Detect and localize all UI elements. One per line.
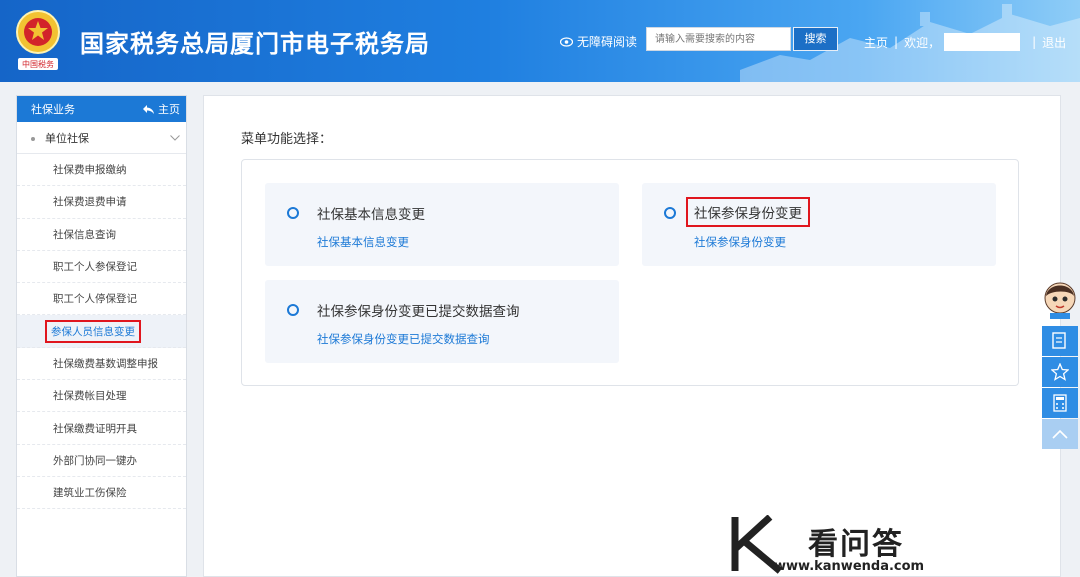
sidebar-item[interactable]: 建筑业工伤保险 <box>17 477 186 510</box>
option-card-basic-info[interactable]: 社保基本信息变更 社保基本信息变更 <box>265 183 619 266</box>
option-card-identity-change[interactable]: 社保参保身份变更 社保参保身份变更 <box>642 183 996 266</box>
option-subtitle[interactable]: 社保参保身份变更已提交数据查询 <box>317 331 490 347</box>
sidebar-item[interactable]: 社保费帐目处理 <box>17 380 186 413</box>
option-subtitle[interactable]: 社保基本信息变更 <box>317 234 409 250</box>
sidebar-home-label: 主页 <box>158 103 180 116</box>
option-card-submitted-query[interactable]: 社保参保身份变更已提交数据查询 社保参保身份变更已提交数据查询 <box>265 280 619 363</box>
sidebar-item-label: 建筑业工伤保险 <box>53 487 127 500</box>
tax-emblem-icon: 中国税务 <box>16 10 60 70</box>
chevron-up-icon[interactable] <box>1042 419 1078 449</box>
sidebar-item-label: 社保信息查询 <box>53 228 116 241</box>
accessibility-label: 无障碍阅读 <box>577 35 638 49</box>
search-button[interactable]: 搜索 <box>793 27 838 51</box>
watermark-url: www.kanwenda.com <box>774 559 925 574</box>
watermark-brand: 看问答 <box>808 527 904 562</box>
sidebar-item[interactable]: 职工个人停保登记 <box>17 283 186 316</box>
sidebar-item-label: 社保缴费基数调整申报 <box>53 357 158 370</box>
radio-icon[interactable] <box>287 207 299 219</box>
chevron-down-icon <box>170 134 180 141</box>
sidebar-item[interactable]: 社保费退费申请 <box>17 186 186 219</box>
main-panel: 菜单功能选择： 社保基本信息变更 社保基本信息变更 社保参保身份变更 社保参保身… <box>203 95 1061 577</box>
separator: | <box>894 35 899 49</box>
sidebar-item-label: 社保费退费申请 <box>53 196 127 209</box>
sidebar-header-title: 社保业务 <box>31 103 75 116</box>
eye-icon <box>560 36 573 47</box>
calculator-icon[interactable] <box>1042 388 1078 418</box>
radio-icon[interactable] <box>664 207 676 219</box>
option-title: 社保参保身份变更已提交数据查询 <box>317 304 520 320</box>
sidebar-header: 社保业务 主页 <box>17 96 186 122</box>
option-title-highlighted: 社保参保身份变更 <box>686 197 810 227</box>
watermark-logo: 看问答 www.kanwenda.com <box>730 514 950 577</box>
sidebar-item[interactable]: 社保费申报缴纳 <box>17 154 186 187</box>
sidebar-item[interactable]: 社保缴费基数调整申报 <box>17 348 186 381</box>
svg-text:中国税务: 中国税务 <box>22 59 54 69</box>
username-box <box>944 33 1021 51</box>
bullet-icon <box>31 136 35 141</box>
star-icon[interactable] <box>1042 357 1078 387</box>
sidebar-item-label: 参保人员信息变更 <box>45 319 141 343</box>
sidebar-item-label: 职工个人参保登记 <box>53 261 137 274</box>
sidebar-item-label: 社保费帐目处理 <box>53 390 127 403</box>
sidebar-item-label: 外部门协同一键办 <box>53 454 137 467</box>
sidebar-item-label: 社保缴费证明开具 <box>53 422 137 435</box>
site-title: 国家税务总局厦门市电子税务局 <box>80 30 430 58</box>
sidebar-item-label: 职工个人停保登记 <box>53 293 137 306</box>
radio-icon[interactable] <box>287 304 299 316</box>
menu-options-box: 社保基本信息变更 社保基本信息变更 社保参保身份变更 社保参保身份变更 社保参保… <box>241 159 1019 386</box>
menu-title: 菜单功能选择： <box>241 132 333 147</box>
sidebar: 社保业务 主页 单位社保 社保费申报缴纳 社保费退费申请 社保信息查询 职工个人… <box>16 95 187 577</box>
floating-toolbar <box>1042 280 1080 450</box>
accessibility-link[interactable]: 无障碍阅读 <box>560 33 637 50</box>
sidebar-item-label: 社保费申报缴纳 <box>53 164 127 177</box>
assistant-avatar-icon[interactable] <box>1042 280 1078 320</box>
search-input[interactable] <box>646 27 791 51</box>
option-subtitle[interactable]: 社保参保身份变更 <box>694 234 786 250</box>
sidebar-home-link[interactable]: 主页 <box>143 101 180 117</box>
sidebar-item[interactable]: 社保信息查询 <box>17 219 186 251</box>
sidebar-item[interactable]: 社保缴费证明开具 <box>17 412 186 445</box>
sidebar-item-active[interactable]: 参保人员信息变更 <box>17 315 186 348</box>
header-bar: 中国税务 国家税务总局厦门市电子税务局 无障碍阅读 搜索 主页 | 欢迎， | … <box>0 0 1080 82</box>
sidebar-item[interactable]: 职工个人参保登记 <box>17 251 186 284</box>
form-icon[interactable] <box>1042 326 1078 356</box>
separator: | <box>1032 35 1037 49</box>
sidebar-group-unit-social[interactable]: 单位社保 <box>17 122 186 154</box>
sidebar-item[interactable]: 外部门协同一键办 <box>17 445 186 477</box>
back-arrow-icon <box>143 104 154 114</box>
sidebar-group-label: 单位社保 <box>45 131 89 145</box>
welcome-label: 欢迎， <box>904 35 941 50</box>
top-links: 主页 | 欢迎， | 退出 <box>864 33 1066 51</box>
logout-link[interactable]: 退出 <box>1042 34 1066 51</box>
option-title: 社保基本信息变更 <box>317 207 425 223</box>
home-link[interactable]: 主页 <box>864 34 888 51</box>
